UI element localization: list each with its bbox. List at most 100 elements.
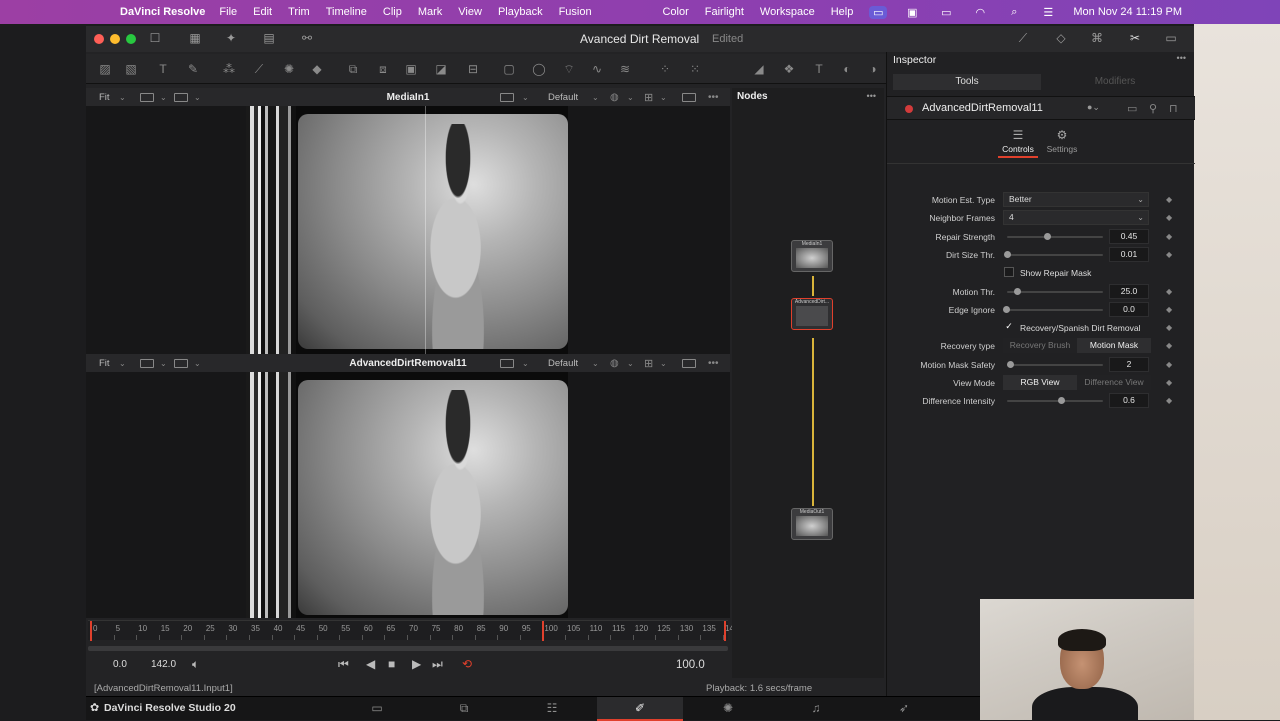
lock-icon[interactable]: ⊓ [1169,102,1178,115]
menu-file[interactable]: File [219,6,237,18]
keyframe-icon[interactable]: ◆ [1166,341,1172,350]
background-tool-icon[interactable]: ▨ [96,61,114,77]
channel-booleans-icon[interactable]: ⧈ [374,61,392,77]
repair-strength-value[interactable]: 0.45 [1109,229,1149,244]
viewer-bottom-fit-dropdown[interactable]: Fit [99,358,110,369]
rgb-view-option[interactable]: RGB View [1003,375,1077,390]
playhead[interactable] [542,621,545,641]
text-tool-icon[interactable]: T [154,61,172,77]
loop-icon[interactable]: ⟲ [462,657,472,671]
menu-app-name[interactable]: DaVinci Resolve [120,6,205,18]
control-center-icon[interactable]: ☰ [1039,6,1057,19]
motion-thr-slider[interactable] [1007,291,1103,293]
collapse-icon[interactable]: ▭ [1127,102,1137,115]
tool-header[interactable]: AdvancedDirtRemoval11 ●⌄ ▭ ⚲ ⊓ [887,96,1195,120]
wipe-line[interactable] [425,106,426,354]
keyframe-icon[interactable]: ◆ [1166,213,1172,222]
edge-ignore-slider[interactable] [1007,309,1103,311]
difference-view-option[interactable]: Difference View [1077,375,1151,390]
timeline-scrollbar[interactable] [88,646,728,651]
chevron-down-icon[interactable]: ⌄ [627,359,634,368]
media-page-icon[interactable]: ▭ [367,701,387,717]
chevron-down-icon[interactable]: ⌄ [194,93,201,102]
menu-view[interactable]: View [458,6,482,18]
grid-icon[interactable]: ⊞ [644,91,653,104]
menu-timeline[interactable]: Timeline [326,6,367,18]
slider-knob[interactable] [1014,288,1021,295]
viewer-roi-icon[interactable] [140,92,154,102]
dirt-size-slider[interactable] [1007,254,1103,256]
subtab-settings[interactable]: ⚙ Settings [1042,128,1082,154]
slider-knob[interactable] [1004,251,1011,258]
cut-page-icon[interactable]: ⧉ [454,701,474,717]
menu-playback[interactable]: Playback [498,6,543,18]
wifi-icon[interactable]: ◠ [971,6,989,19]
brush-tool-icon[interactable]: ✎ [184,61,202,77]
viewer-compare-icon[interactable] [500,358,514,368]
go-to-end-button[interactable]: ⏭︎ [432,657,443,672]
nodes-panel[interactable]: Nodes ••• MediaIn1 AdvancedDirt... Media… [732,88,884,678]
keyframe-icon[interactable]: ◆ [1166,396,1172,405]
menu-workspace[interactable]: Workspace [760,6,815,18]
viewer-bottom[interactable] [86,372,730,618]
keyframe-icon[interactable]: ◆ [1166,305,1172,314]
audio-icon[interactable]: 🔈︎ [192,657,199,672]
viewer-top[interactable] [86,106,730,354]
ellipse-mask-icon[interactable]: ◯ [530,61,548,77]
play-forward-button[interactable]: ▶ [412,657,421,671]
clips-bin-icon[interactable]: ▤ [260,31,278,45]
motion-mask-safety-value[interactable]: 2 [1109,357,1149,372]
neighbor-frames-dropdown[interactable]: 4 ⌄ [1003,210,1149,225]
motion-est-type-dropdown[interactable]: Better ⌄ [1003,192,1149,207]
resize-tool-icon[interactable]: ⊟ [464,61,482,77]
slider-knob[interactable] [1003,306,1010,313]
rectangle-mask-icon[interactable]: ▢ [500,61,518,77]
subtab-controls[interactable]: ☰ Controls [998,128,1038,158]
chevron-down-icon[interactable]: ⌄ [592,93,599,102]
keyframe-icon[interactable]: ◆ [1166,232,1172,241]
viewer-top-fit-dropdown[interactable]: Fit [99,92,110,103]
edge-ignore-value[interactable]: 0.0 [1109,302,1149,317]
chevron-down-icon[interactable]: ⌄ [522,359,529,368]
display-icon[interactable]: ▣ [903,6,921,19]
viewer-safe-area-icon[interactable] [682,358,696,368]
time-ruler[interactable]: 0 5 10 15 20 25 30 35 40 45 50 55 60 65 70 75 80 85 90 95 10… [88,620,738,641]
menu-fairlight[interactable]: Fairlight [705,6,744,18]
menu-mark[interactable]: Mark [418,6,442,18]
slider-knob[interactable] [1007,361,1014,368]
search-icon[interactable]: ⌕ [1005,6,1023,19]
fairlight-page-icon[interactable]: ♫ [806,701,826,717]
more-options-icon[interactable]: ••• [708,358,719,369]
chevron-down-icon[interactable]: ⌄ [160,359,167,368]
tab-tools[interactable]: Tools [893,74,1041,90]
chevron-down-icon[interactable]: ⌄ [592,359,599,368]
render-end-marker[interactable] [724,621,726,641]
global-start-time[interactable]: 0.0 [113,659,127,670]
render-start-marker[interactable] [90,621,92,641]
tool-color-dot[interactable] [905,105,913,113]
keyframes-icon[interactable]: ◇ [1052,31,1070,45]
paint-tool-icon[interactable]: ▧ [122,61,140,77]
chevron-down-icon[interactable]: ⌄ [522,93,529,102]
shape-3d-icon[interactable]: ◢ [750,61,768,77]
version-dot-icon[interactable]: ●⌄ [1087,102,1100,113]
matte-control-icon[interactable]: ▣ [402,61,420,77]
spline-icon[interactable]: ⟋ [1014,31,1032,45]
media-pool-icon[interactable]: ☐ [146,31,164,45]
metadata-icon[interactable]: ⌘ [1088,31,1106,45]
minimize-window-button[interactable] [110,34,120,44]
color-corrector-icon[interactable]: ◆ [308,61,326,77]
chevron-down-icon[interactable]: ⌄ [119,359,126,368]
more-options-icon[interactable]: ••• [708,92,719,103]
nodes-toggle-icon[interactable]: ⚯ [298,31,316,45]
chevron-down-icon[interactable]: ⌄ [660,93,667,102]
more-options-icon[interactable]: ••• [1177,53,1186,63]
viewer-channel-icon[interactable] [174,358,188,368]
merge-tool-icon[interactable]: ⧉ [344,61,362,77]
recovery-spanish-checkbox[interactable]: ✓ [1004,322,1014,332]
node-mediain1[interactable]: MediaIn1 [791,240,833,272]
chevron-down-icon[interactable]: ⌄ [160,93,167,102]
keyframe-icon[interactable]: ◆ [1166,360,1172,369]
slider-knob[interactable] [1058,397,1065,404]
color-page-icon[interactable]: ✺ [718,701,738,717]
